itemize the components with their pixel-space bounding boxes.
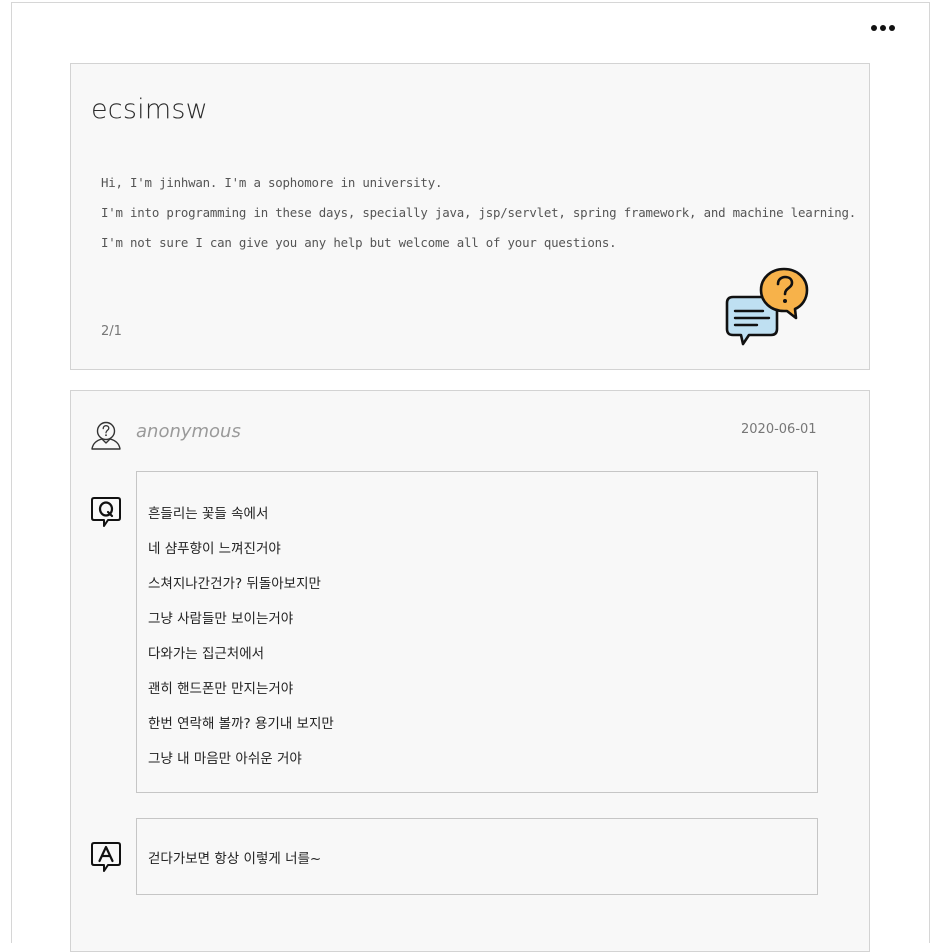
chat-question-bubbles-icon bbox=[725, 267, 809, 346]
question-text: 흔들리는 꽃들 속에서 네 샴푸향이 느껴진거야 스쳐지나간건가? 뒤돌아보지만… bbox=[148, 497, 334, 777]
post-date: 2020-06-01 bbox=[741, 422, 817, 437]
profile-name: ecsimsw bbox=[91, 94, 208, 125]
question-line: 흔들리는 꽃들 속에서 bbox=[148, 506, 269, 522]
author-name: anonymous bbox=[136, 421, 241, 442]
question-box: 흔들리는 꽃들 속에서 네 샴푸향이 느껴진거야 스쳐지나간건가? 뒤돌아보지만… bbox=[136, 471, 818, 793]
question-q-icon bbox=[91, 497, 121, 527]
qa-card: anonymous 2020-06-01 흔들리는 꽃들 속에서 네 샴푸향이 … bbox=[70, 390, 870, 952]
question-line: 그냥 내 마음만 아쉬운 거야 bbox=[148, 751, 302, 767]
more-horizontal-icon bbox=[871, 25, 895, 31]
answer-a-icon bbox=[91, 842, 121, 872]
question-line: 네 샴푸향이 느껴진거야 bbox=[148, 541, 281, 557]
bio-line: I'm not sure I can give you any help but… bbox=[101, 235, 617, 250]
profile-card: ecsimsw Hi, I'm jinhwan. I'm a sophomore… bbox=[70, 63, 870, 370]
anonymous-user-icon bbox=[91, 421, 121, 450]
question-line: 한번 연락해 볼까? 용기내 보지만 bbox=[148, 716, 334, 732]
answer-text: 걷다가보면 항상 이렇게 너를~ bbox=[148, 851, 322, 867]
profile-bio: Hi, I'm jinhwan. I'm a sophomore in univ… bbox=[101, 168, 856, 258]
bio-line: Hi, I'm jinhwan. I'm a sophomore in univ… bbox=[101, 175, 443, 190]
bio-line: I'm into programming in these days, spec… bbox=[101, 205, 857, 220]
question-line: 괜히 핸드폰만 만지는거야 bbox=[148, 681, 294, 697]
more-options-button[interactable] bbox=[868, 18, 898, 38]
question-line: 스쳐지나간건가? 뒤돌아보지만 bbox=[148, 576, 321, 592]
page-indicator: 2/1 bbox=[101, 324, 122, 339]
question-line: 다와가는 집근처에서 bbox=[148, 646, 265, 662]
answer-box: 걷다가보면 항상 이렇게 너를~ bbox=[136, 818, 818, 895]
question-line: 그냥 사람들만 보이는거야 bbox=[148, 611, 294, 627]
